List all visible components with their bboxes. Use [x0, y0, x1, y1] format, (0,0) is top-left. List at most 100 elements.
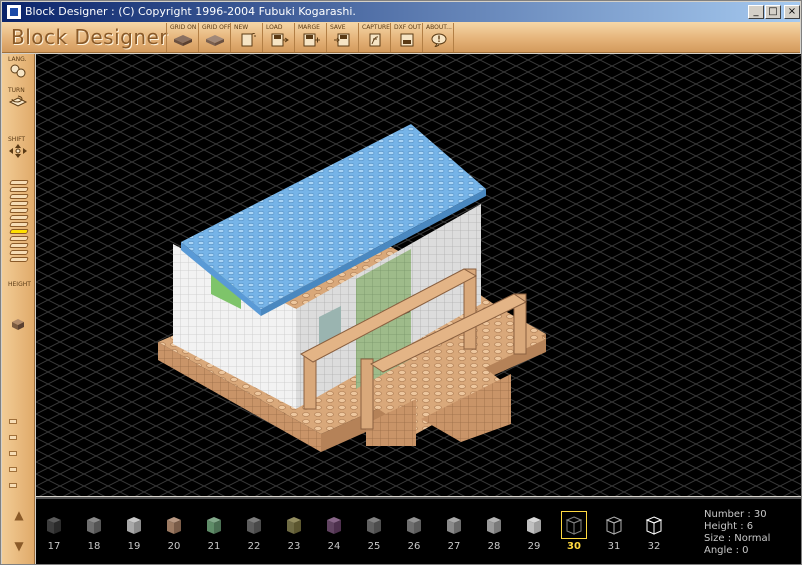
palette-block-29[interactable]: 29: [516, 509, 552, 557]
block-number: 20: [167, 541, 181, 552]
block-number: 32: [647, 541, 661, 552]
block-number: 25: [367, 541, 381, 552]
palette-block-31[interactable]: 31: [596, 509, 632, 557]
block-31-icon: [605, 516, 623, 535]
tool-label: GRID ON: [170, 24, 197, 31]
about-button[interactable]: ABOUT...: [422, 23, 454, 52]
block-number: 28: [487, 541, 501, 552]
save-button[interactable]: SAVE: [326, 23, 358, 52]
palette-block-26[interactable]: 26: [396, 509, 432, 557]
grid-off-button[interactable]: GRID OFF: [198, 23, 231, 52]
block-22-icon: [247, 517, 261, 534]
block-number: 21: [207, 541, 221, 552]
new-button[interactable]: NEW: [230, 23, 262, 52]
memory-slot[interactable]: [9, 467, 17, 472]
height-step[interactable]: [9, 236, 29, 241]
block-17-icon: [47, 517, 61, 534]
height-step[interactable]: [9, 243, 29, 248]
block-20-icon: [167, 517, 181, 534]
height-step-selected[interactable]: [9, 229, 29, 234]
block-number: 24: [327, 541, 341, 552]
shift-label: SHIFT: [8, 136, 26, 143]
palette-block-30[interactable]: 30: [556, 509, 592, 557]
grid-off-icon: [206, 35, 224, 46]
height-step[interactable]: [9, 194, 29, 199]
title-bar[interactable]: Block Designer : (C) Copyright 1996-2004…: [2, 2, 800, 22]
palette-block-20[interactable]: 20: [156, 509, 192, 557]
palette-block-28[interactable]: 28: [476, 509, 512, 557]
block-26-icon: [407, 517, 421, 534]
turn-icon[interactable]: [8, 95, 28, 109]
palette-block-18[interactable]: 18: [76, 509, 112, 557]
height-step[interactable]: [9, 257, 29, 262]
memory-slot[interactable]: [9, 435, 17, 440]
toolbar: Block Designer GRID ON GRID OFF NEW LOAD…: [2, 22, 800, 53]
grid-on-icon: [174, 35, 192, 46]
palette-block-23[interactable]: 23: [276, 509, 312, 557]
load-button[interactable]: LOAD: [262, 23, 294, 52]
block-number: 29: [527, 541, 541, 552]
palette-block-24[interactable]: 24: [316, 509, 352, 557]
palette-block-25[interactable]: 25: [356, 509, 392, 557]
palette-block-17[interactable]: 17: [36, 509, 72, 557]
block-32-icon: [645, 516, 663, 535]
height-step[interactable]: [9, 180, 29, 185]
palette-scroll-down-button[interactable]: ▼: [10, 538, 28, 554]
app-icon[interactable]: [6, 4, 22, 20]
app-logo: Block Designer: [11, 25, 169, 49]
block-number: 30: [567, 541, 581, 552]
palette-block-27[interactable]: 27: [436, 509, 472, 557]
tool-label: MARGE: [298, 24, 320, 31]
memory-slot[interactable]: [9, 419, 17, 424]
height-step[interactable]: [9, 187, 29, 192]
height-step[interactable]: [9, 215, 29, 220]
height-step[interactable]: [9, 201, 29, 206]
dxf-out-icon: [400, 33, 414, 47]
block-25-icon: [367, 517, 381, 534]
block-30-icon: [565, 516, 583, 535]
turn-label: TURN: [8, 87, 25, 94]
block-preview-icon: [12, 319, 24, 330]
tool-label: NEW: [234, 24, 249, 31]
merge-icon: [303, 33, 320, 47]
palette-block-32[interactable]: 32: [636, 509, 672, 557]
grid-on-button[interactable]: GRID ON: [166, 23, 198, 52]
block-number: 19: [127, 541, 141, 552]
block-number: 26: [407, 541, 421, 552]
block-number: 18: [87, 541, 101, 552]
block-number: 31: [607, 541, 621, 552]
height-step[interactable]: [9, 250, 29, 255]
tool-label: DXF OUT: [394, 24, 421, 31]
info-height: Height : 6: [704, 521, 754, 532]
block-number: 17: [47, 541, 61, 552]
capture-button[interactable]: CAPTURE: [358, 23, 390, 52]
about-icon: [431, 33, 447, 47]
block-23-icon: [287, 517, 301, 534]
block-number: 23: [287, 541, 301, 552]
block-19-icon: [127, 517, 141, 534]
block-palette: 17 18 19 20 21 22 23 24 25 26 27 28 29 3…: [36, 497, 801, 564]
block-number: 27: [447, 541, 461, 552]
palette-block-22[interactable]: 22: [236, 509, 272, 557]
palette-block-19[interactable]: 19: [116, 509, 152, 557]
height-step[interactable]: [9, 208, 29, 213]
minimize-button[interactable]: _: [748, 5, 764, 19]
merge-button[interactable]: MARGE: [294, 23, 326, 52]
dxf-out-button[interactable]: DXF OUT: [390, 23, 422, 52]
block-info-panel: Number : 30 Height : 6 Size : Normal Ang…: [704, 509, 770, 557]
block-28-icon: [487, 517, 501, 534]
block-21-icon: [207, 517, 221, 534]
lang-icon[interactable]: [8, 64, 28, 78]
tool-label: SAVE: [330, 24, 346, 31]
palette-block-21[interactable]: 21: [196, 509, 232, 557]
memory-slot[interactable]: [9, 483, 17, 488]
block-29-icon: [527, 517, 541, 534]
height-step[interactable]: [9, 222, 29, 227]
shift-arrows-icon[interactable]: [8, 144, 28, 158]
palette-scroll-up-button[interactable]: ▲: [10, 507, 28, 523]
design-canvas[interactable]: [36, 54, 801, 496]
maximize-button[interactable]: □: [765, 5, 781, 19]
close-button[interactable]: ×: [784, 5, 800, 19]
memory-slot[interactable]: [9, 451, 17, 456]
height-label: HEIGHT: [8, 281, 31, 288]
